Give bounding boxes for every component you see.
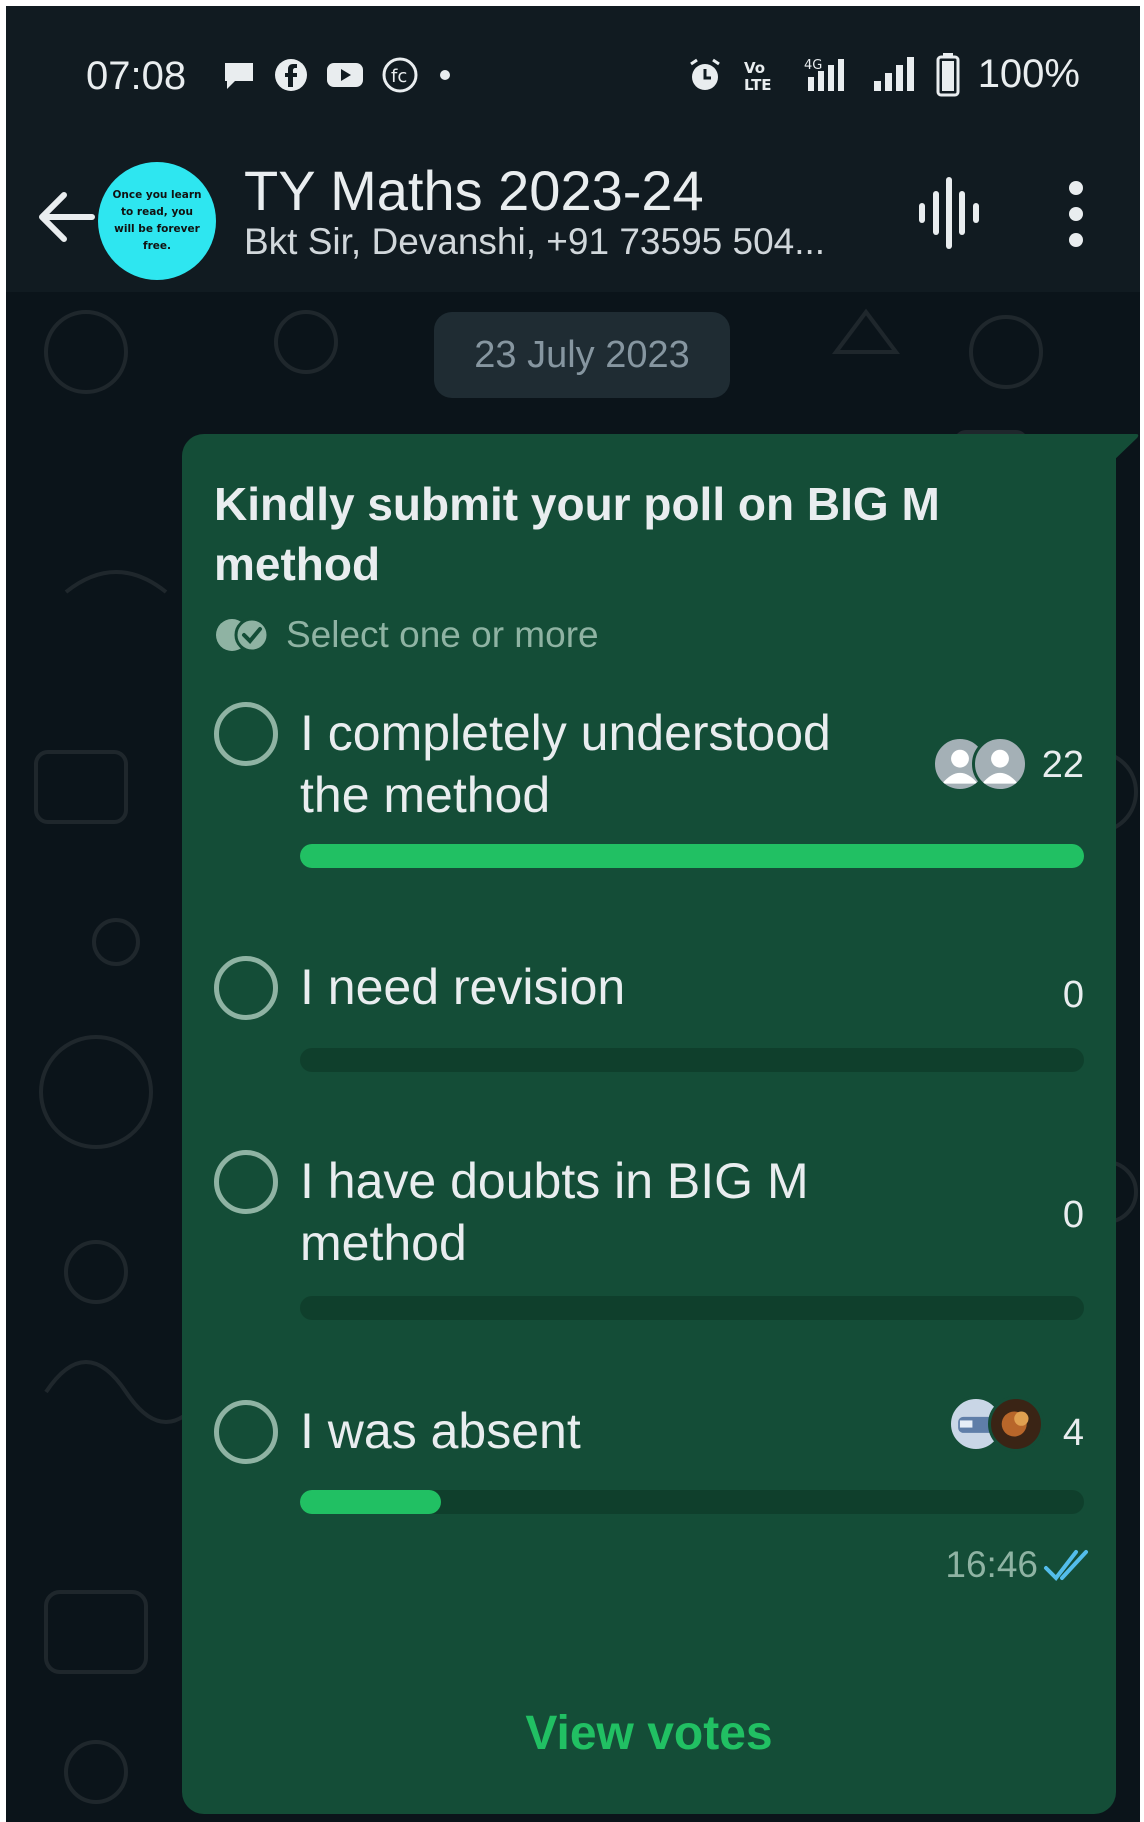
- status-time: 07:08: [86, 54, 187, 98]
- date-chip: 23 July 2023: [434, 312, 730, 398]
- notification-icons: fc: [221, 56, 455, 94]
- facebook-icon: [275, 59, 307, 91]
- select-hint-row: Select one or more: [214, 614, 599, 656]
- option-label: I completely understood the method: [300, 705, 831, 823]
- option-progress-bar: [300, 1296, 1084, 1320]
- system-icons: Vo LTE 4G 100%: [686, 52, 1080, 97]
- voter-avatars: [948, 1396, 1044, 1452]
- double-check-circle-icon: [216, 617, 270, 653]
- option-count: 4: [1062, 1412, 1084, 1454]
- user-photo-avatar: [988, 1396, 1044, 1452]
- chat-header: Once you learn to read, you will be fore…: [6, 146, 1140, 292]
- message-time: 16:46: [945, 1544, 1038, 1585]
- chat-area[interactable]: 23 July 2023 Kindly submit your poll on …: [6, 292, 1140, 1822]
- battery-icon: [936, 52, 960, 96]
- dot-icon: [440, 70, 450, 80]
- alarm-icon: [689, 58, 720, 90]
- svg-text:LTE: LTE: [744, 76, 772, 94]
- poll-option-3[interactable]: I have doubts in BIG M method 0: [214, 1150, 1084, 1320]
- chat-bubble-icon: [225, 63, 253, 89]
- option-label: I need revision: [300, 959, 626, 1015]
- more-options-icon[interactable]: [1056, 172, 1096, 256]
- option-progress-bar: [300, 1048, 1084, 1072]
- svg-text:fc: fc: [391, 66, 407, 87]
- avatar-text: Once you learn to read, you will be fore…: [112, 189, 202, 252]
- youtube-icon: [327, 63, 363, 87]
- group-members[interactable]: Bkt Sir, Devanshi, +91 73595 504...: [244, 221, 825, 263]
- poll-option-4[interactable]: I was absent 4: [214, 1396, 1084, 1520]
- option-count: 0: [1062, 974, 1084, 1016]
- poll-option-2[interactable]: I need revision 0: [214, 956, 1084, 1076]
- battery-percent: 100%: [977, 52, 1080, 96]
- select-hint: Select one or more: [286, 614, 599, 655]
- status-bar: 07:08 fc Vo LTE 4G 100%: [6, 6, 1140, 146]
- poll-message[interactable]: Kindly submit your poll on BIG M method …: [182, 434, 1116, 1814]
- option-progress-bar: [300, 1490, 1084, 1514]
- option-label: I was absent: [300, 1403, 581, 1459]
- option-radio[interactable]: [214, 702, 278, 766]
- volte-icon: VoLTE: [744, 59, 772, 94]
- app-icon: fc: [382, 57, 418, 93]
- group-title[interactable]: TY Maths 2023-24: [244, 158, 704, 223]
- option-radio[interactable]: [214, 1400, 278, 1464]
- option-count: 0: [1062, 1194, 1084, 1236]
- poll-option-1[interactable]: I completely understood the method 22: [214, 702, 1084, 868]
- phone-screen: 07:08 fc Vo LTE 4G 100% Once you learn to…: [6, 6, 1140, 1822]
- default-avatar-icon: [972, 736, 1028, 792]
- signal-icon: [873, 56, 914, 91]
- option-progress-bar: [300, 844, 1084, 868]
- svg-text:Vo: Vo: [744, 59, 765, 77]
- 4g-signal-icon: 4G: [804, 58, 844, 91]
- group-avatar[interactable]: Once you learn to read, you will be fore…: [98, 162, 216, 280]
- option-radio[interactable]: [214, 956, 278, 1020]
- svg-text:4G: 4G: [804, 58, 822, 73]
- view-votes-button[interactable]: View votes: [182, 1684, 1116, 1784]
- back-arrow-icon[interactable]: [30, 182, 100, 252]
- option-progress-fill: [300, 844, 1084, 868]
- option-label: I have doubts in BIG M method: [300, 1153, 809, 1271]
- option-count: 22: [1041, 744, 1084, 786]
- voice-chat-icon[interactable]: [914, 168, 984, 258]
- poll-question: Kindly submit your poll on BIG M method: [214, 478, 940, 590]
- read-receipt-icon: [1044, 1550, 1088, 1582]
- voter-avatars: [932, 736, 1028, 792]
- option-radio[interactable]: [214, 1150, 278, 1214]
- option-progress-fill: [300, 1490, 442, 1514]
